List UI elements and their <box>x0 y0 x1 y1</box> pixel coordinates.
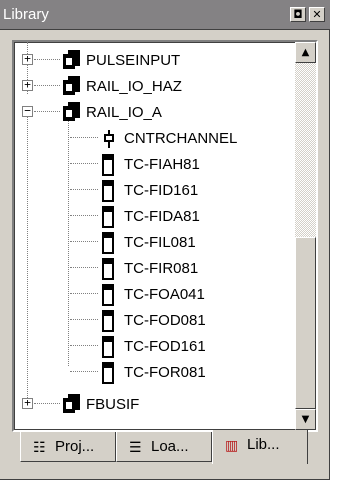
tree-item-tc-foa041[interactable]: TC-FOA041 <box>14 282 295 308</box>
tab-label: Loa... <box>151 438 189 455</box>
tree-item-tc-fir081[interactable]: TC-FIR081 <box>14 256 295 282</box>
scroll-thumb[interactable] <box>295 237 316 409</box>
tree-item-label: TC-FOA041 <box>124 286 205 303</box>
controller-icon <box>62 102 80 122</box>
io-card-icon <box>102 258 114 280</box>
tree-item-tc-fod081[interactable]: TC-FOD081 <box>14 308 295 334</box>
tree-item-pulseinput[interactable]: + PULSEINPUT <box>14 48 295 74</box>
tree-item-label: TC-FOR081 <box>124 364 206 381</box>
tree-item-cntrchannel[interactable]: CNTRCHANNEL <box>14 126 295 152</box>
tree-item-label: RAIL_IO_HAZ <box>86 78 182 95</box>
tree-item-tc-for081[interactable]: TC-FOR081 <box>14 360 295 386</box>
library-books-icon: ▥ <box>225 437 239 453</box>
tree-item-label: TC-FIAH81 <box>124 156 200 173</box>
dock-toggle-icon[interactable]: ◘ <box>290 7 306 22</box>
tree-item-tc-fod161[interactable]: TC-FOD161 <box>14 334 295 360</box>
tab-label: Proj... <box>55 438 95 455</box>
library-window: Library ◘ ✕ + PULSEINPUT + RAIL_IO_HAZ −… <box>0 0 330 480</box>
io-card-icon <box>102 180 114 202</box>
tree-item-rail-io-a[interactable]: − RAIL_IO_A <box>14 100 295 126</box>
scroll-up-button[interactable]: ▲ <box>295 42 316 63</box>
library-tree: + PULSEINPUT + RAIL_IO_HAZ − RAIL_IO_A C… <box>14 42 295 430</box>
load-list-icon: ☰ <box>129 439 142 455</box>
tree-item-label: CNTRCHANNEL <box>124 130 238 147</box>
tree-item-label: PULSEINPUT <box>86 52 181 69</box>
io-card-icon <box>102 310 114 332</box>
window-title: Library <box>3 6 49 23</box>
tree-item-label: FBUSIF <box>86 396 140 413</box>
library-tree-panel: + PULSEINPUT + RAIL_IO_HAZ − RAIL_IO_A C… <box>12 40 318 432</box>
tree-item-tc-fida81[interactable]: TC-FIDA81 <box>14 204 295 230</box>
channel-icon <box>102 130 116 148</box>
io-card-icon <box>102 284 114 306</box>
tab-load[interactable]: ☰ Loa... <box>116 432 212 462</box>
io-card-icon <box>102 154 114 176</box>
io-card-icon <box>102 336 114 358</box>
io-card-icon <box>102 206 114 228</box>
close-icon[interactable]: ✕ <box>309 7 325 22</box>
tree-item-tc-fiah81[interactable]: TC-FIAH81 <box>14 152 295 178</box>
tree-item-label: TC-FIL081 <box>124 234 196 251</box>
project-tree-icon: ☷ <box>33 439 46 455</box>
panel-tabs: ☷ Proj... ☰ Loa... ▥ Lib... <box>12 430 318 466</box>
tree-item-label: TC-FIR081 <box>124 260 199 277</box>
tree-item-label: TC-FID161 <box>124 182 199 199</box>
collapse-icon[interactable]: − <box>22 105 33 117</box>
io-card-icon <box>102 362 114 384</box>
controller-icon <box>62 394 80 414</box>
tree-item-fbusif[interactable]: + FBUSIF <box>14 392 295 418</box>
tab-label: Lib... <box>247 436 280 453</box>
tab-library[interactable]: ▥ Lib... <box>212 430 308 464</box>
tree-item-label: TC-FIDA81 <box>124 208 200 225</box>
title-bar[interactable]: Library ◘ ✕ <box>0 0 330 30</box>
io-card-icon <box>102 232 114 254</box>
tree-item-tc-fid161[interactable]: TC-FID161 <box>14 178 295 204</box>
tree-item-label: TC-FOD081 <box>124 312 206 329</box>
tree-item-rail-io-haz[interactable]: + RAIL_IO_HAZ <box>14 74 295 100</box>
tree-item-tc-fil081[interactable]: TC-FIL081 <box>14 230 295 256</box>
expand-icon[interactable]: + <box>22 53 33 65</box>
controller-icon <box>62 76 80 96</box>
tab-project[interactable]: ☷ Proj... <box>20 432 116 462</box>
expand-icon[interactable]: + <box>22 397 33 409</box>
scroll-down-button[interactable]: ▼ <box>295 409 316 430</box>
tree-item-label: RAIL_IO_A <box>86 104 162 121</box>
vertical-scrollbar[interactable]: ▲ ▼ <box>295 42 316 430</box>
tree-item-label: TC-FOD161 <box>124 338 206 355</box>
expand-icon[interactable]: + <box>22 79 33 91</box>
controller-icon <box>62 50 80 70</box>
